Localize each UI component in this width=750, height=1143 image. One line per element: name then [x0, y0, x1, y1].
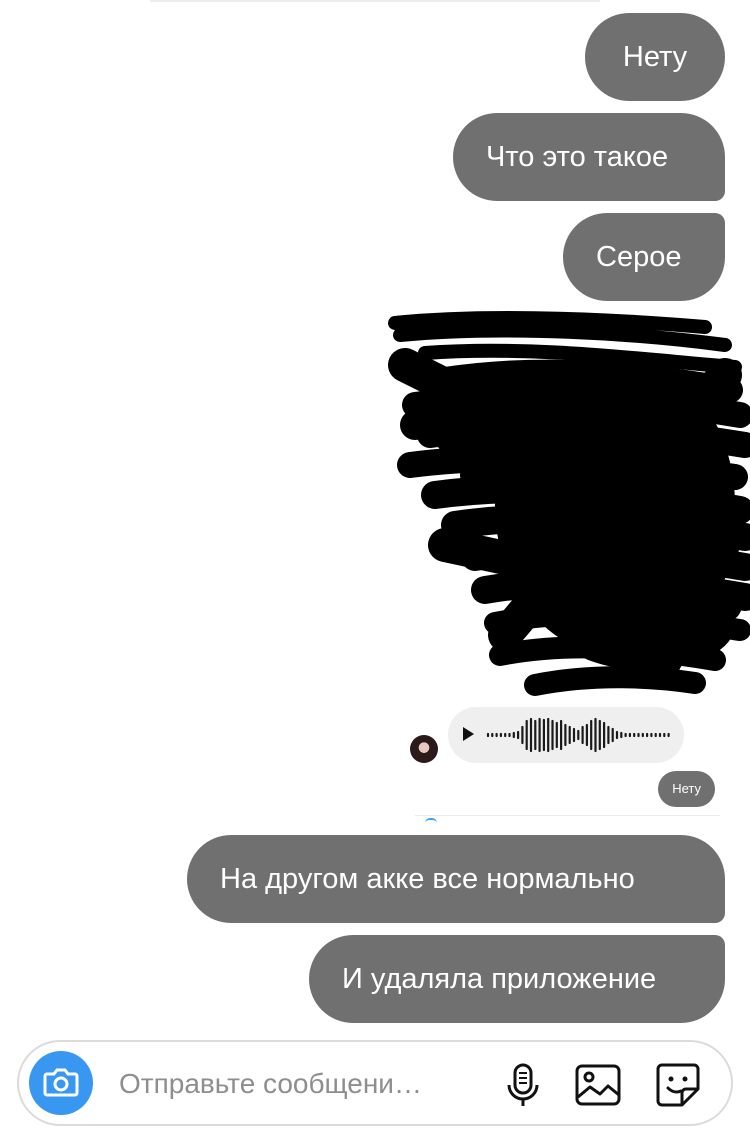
- image-icon[interactable]: [574, 1061, 622, 1109]
- waveform: [486, 717, 670, 753]
- avatar[interactable]: [410, 735, 438, 763]
- microphone-icon[interactable]: [499, 1061, 547, 1109]
- voice-message[interactable]: [448, 707, 684, 763]
- message-bubble[interactable]: Что это такое: [453, 113, 725, 201]
- loading-indicator: [425, 818, 437, 823]
- play-icon[interactable]: [463, 727, 474, 741]
- message-composer: [17, 1040, 733, 1126]
- chat-screen: Нету Что это такое Серое Нету На другом …: [0, 0, 750, 1143]
- camera-icon: [43, 1068, 79, 1097]
- message-bubble[interactable]: Нету: [585, 13, 725, 101]
- message-input[interactable]: [119, 1064, 479, 1104]
- divider: [415, 815, 720, 816]
- message-bubble[interactable]: Серое: [563, 213, 725, 301]
- top-divider: [150, 0, 600, 2]
- message-bubble[interactable]: На другом акке все нормально: [187, 835, 725, 923]
- sticker-icon[interactable]: [654, 1061, 702, 1109]
- redacted-scribble: [388, 311, 750, 696]
- message-bubble[interactable]: И удаляла приложение: [309, 935, 725, 1023]
- camera-button[interactable]: [29, 1051, 93, 1115]
- reply-bubble[interactable]: Нету: [658, 771, 715, 807]
